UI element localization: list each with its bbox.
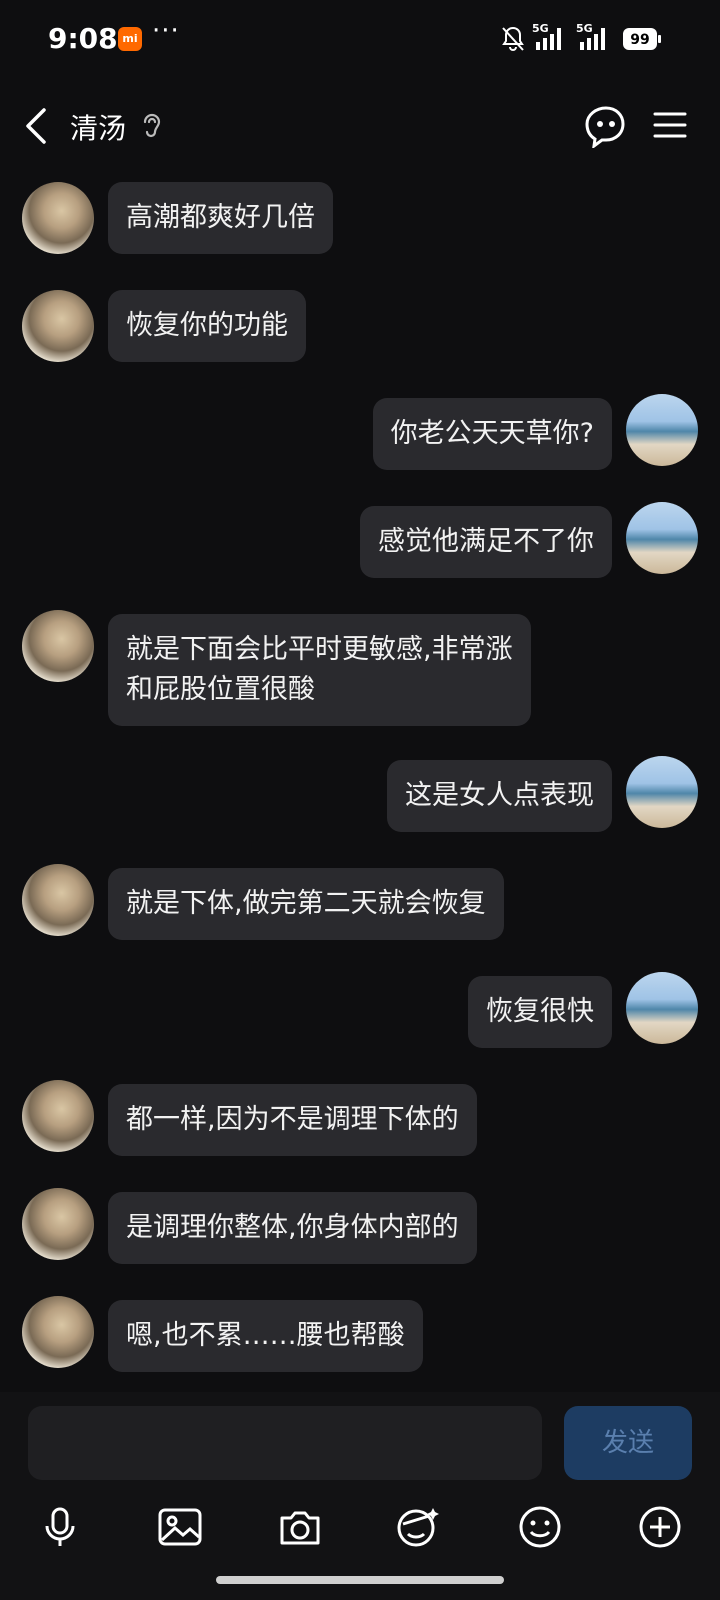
message-text: 恢复你的功能 [126,310,288,341]
chat-title: 清汤 [70,112,127,145]
image-icon[interactable] [157,1504,203,1550]
avatar-other[interactable] [22,1188,94,1260]
send-button[interactable]: 发送 [564,1406,692,1480]
message-bubble[interactable]: 是调理你整体,你身体内部的 [108,1192,477,1264]
plus-icon[interactable] [637,1504,683,1550]
signal-icon: 5G [532,22,561,50]
battery-level: 99 [630,32,649,48]
message-bubble[interactable]: 恢复很快 [468,976,612,1048]
message-text: 感觉他满足不了你 [378,526,594,557]
status-bar: 9:08 mi ··· 5G 5G 99 [0,0,720,80]
back-icon[interactable] [22,106,52,146]
avatar-other[interactable] [22,864,94,936]
message-text: 你老公天天草你? [390,418,594,449]
status-time: 9:08 [48,22,118,55]
home-indicator[interactable] [216,1576,504,1584]
bell-muted-icon [502,26,524,51]
more-notifications-indicator: ··· [152,16,180,46]
message-bubble[interactable]: 高潮都爽好几倍 [108,182,333,254]
chat-header: 清汤 [0,80,720,170]
message-text-line: 就是下面会比平时更敏感,非常涨 [126,634,513,665]
avatar-other[interactable] [22,1296,94,1368]
message-bubble[interactable]: 都一样,因为不是调理下体的 [108,1084,477,1156]
message-text: 恢复很快 [486,996,594,1027]
message-bubble[interactable]: 恢复你的功能 [108,290,306,362]
avatar-self[interactable] [626,394,698,466]
message-list[interactable]: 高潮都爽好几倍 恢复你的功能 你老公天天草你? 感觉他满足不了你 就是下面会比平… [0,170,720,1392]
message-bubble[interactable]: 这是女人点表现 [387,760,612,832]
composer: 发送 [0,1392,720,1600]
message-bubble[interactable]: 感觉他满足不了你 [360,506,612,578]
avatar-self[interactable] [626,756,698,828]
message-bubble[interactable]: 就是下体,做完第二天就会恢复 [108,868,504,940]
emoji-icon[interactable] [517,1504,563,1550]
menu-icon[interactable] [652,110,688,140]
avatar-self[interactable] [626,972,698,1044]
microphone-icon[interactable] [37,1504,83,1550]
avatar-other[interactable] [22,182,94,254]
avatar-other[interactable] [22,1080,94,1152]
sticker-face-icon[interactable] [395,1504,441,1550]
signal-icon: 5G [576,22,605,50]
message-text: 都一样,因为不是调理下体的 [126,1104,459,1135]
message-input[interactable] [28,1406,542,1480]
signal-2-label: 5G [576,22,593,35]
camera-icon[interactable] [277,1504,323,1550]
mi-app-badge: mi [118,27,142,51]
message-text: 这是女人点表现 [405,780,594,811]
ear-icon[interactable] [140,110,164,140]
message-text: 嗯,也不累……腰也帮酸 [126,1320,405,1351]
message-text-line: 和屁股位置很酸 [126,674,315,705]
signal-1-label: 5G [532,22,549,35]
message-text: 高潮都爽好几倍 [126,202,315,233]
message-bubble[interactable]: 嗯,也不累……腰也帮酸 [108,1300,423,1372]
avatar-self[interactable] [626,502,698,574]
avatar-other[interactable] [22,290,94,362]
message-bubble[interactable]: 就是下面会比平时更敏感,非常涨 和屁股位置很酸 [108,614,531,726]
message-text: 就是下体,做完第二天就会恢复 [126,888,486,919]
avatar-other[interactable] [22,610,94,682]
message-text: 是调理你整体,你身体内部的 [126,1212,459,1243]
battery-icon: 99 [623,28,661,50]
message-bubble[interactable]: 你老公天天草你? [372,398,612,470]
robot-face-icon[interactable] [584,104,628,148]
